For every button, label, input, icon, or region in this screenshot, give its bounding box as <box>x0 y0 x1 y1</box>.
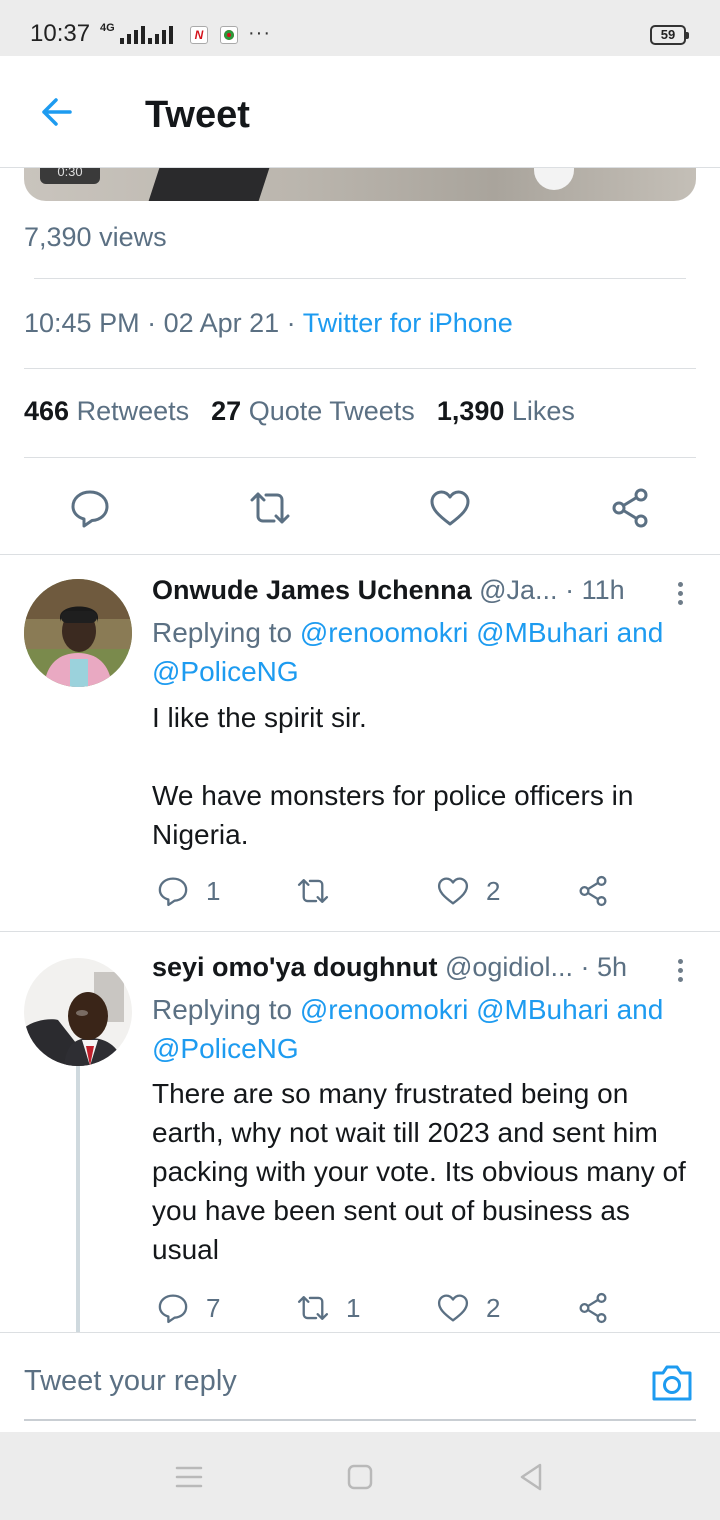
retweet-count: 1 <box>346 1292 361 1323</box>
divider <box>34 278 686 279</box>
more-options-icon[interactable] <box>672 579 688 609</box>
reply-count: 1 <box>206 875 221 906</box>
back-icon[interactable] <box>514 1460 548 1494</box>
reply-action[interactable]: 7 <box>156 1288 220 1328</box>
retweet-icon <box>297 1296 329 1320</box>
like-count: 2 <box>486 875 501 906</box>
replying-to: Replying to @renoomokri @MBuhari and @Pol… <box>152 994 664 1064</box>
battery-icon: 59 <box>650 25 689 45</box>
like-count: 2 <box>486 1292 501 1323</box>
reply-compose-bar: Tweet your reply <box>0 1332 720 1432</box>
like-heart-icon <box>437 1294 469 1322</box>
signal-icon <box>120 26 145 44</box>
tweet-stats: 466 Retweets 27 Quote Tweets 1,390 Likes <box>24 396 575 427</box>
retweet-icon <box>297 879 329 903</box>
author-name[interactable]: Onwude James Uchenna <box>152 575 472 605</box>
share-action[interactable] <box>576 871 610 911</box>
news-app-notification-icon: N <box>190 26 208 44</box>
avatar[interactable] <box>24 579 132 687</box>
retweet-action[interactable] <box>296 871 346 911</box>
share-icon[interactable] <box>608 486 652 530</box>
signal-icon-2 <box>148 26 173 44</box>
camera-icon[interactable] <box>650 1361 694 1405</box>
reply-action-bar: 7 1 2 <box>152 1288 712 1328</box>
status-bar: 10:37 4G N ··· 59 <box>0 0 720 56</box>
view-count: 7,390 views <box>24 222 167 252</box>
reply-count: 7 <box>206 1292 221 1323</box>
home-icon[interactable] <box>343 1460 377 1494</box>
reply-header: seyi omo'ya doughnut @ogidiol... · 5h <box>152 952 627 982</box>
status-time: 10:37 <box>30 20 91 47</box>
retweets-stat[interactable]: 466 Retweets <box>24 396 189 426</box>
author-name[interactable]: seyi omo'ya doughnut <box>152 952 437 982</box>
page-title: Tweet <box>145 94 250 136</box>
quote-tweets-stat[interactable]: 27 Quote Tweets <box>211 396 415 426</box>
author-handle[interactable]: @Ja... <box>479 575 557 605</box>
reply-text: I like the spirit sir. We have monsters … <box>152 702 634 850</box>
tweet-date: 02 Apr 21 <box>163 308 280 338</box>
reply-action[interactable]: 1 <box>156 871 220 911</box>
video-duration-badge: 0:30 <box>40 168 100 184</box>
retweet-action[interactable]: 1 <box>296 1288 360 1328</box>
likes-stat[interactable]: 1,390 Likes <box>437 396 575 426</box>
avatar[interactable] <box>24 958 132 1066</box>
mention-link[interactable]: @renoomokri @MBuhari <box>300 617 609 648</box>
system-nav-bar <box>0 1432 720 1520</box>
reply-time: 5h <box>596 952 627 982</box>
input-underline <box>24 1419 696 1421</box>
share-icon <box>579 1292 607 1324</box>
tweet-timestamp: 10:45 PM · 02 Apr 21 · Twitter for iPhon… <box>24 308 513 338</box>
tweet-action-bar <box>0 468 720 554</box>
reply-icon <box>158 1294 188 1324</box>
divider <box>24 457 696 458</box>
share-action[interactable] <box>576 1288 610 1328</box>
author-handle[interactable]: @ogidiol... <box>445 952 573 982</box>
video-frame-object <box>534 168 574 190</box>
reply-tweet[interactable]: Onwude James Uchenna @Ja... · 11h Replyi… <box>0 555 720 931</box>
app-notification-icon <box>220 26 238 44</box>
replying-to: Replying to @renoomokri @MBuhari and @Pol… <box>152 617 664 687</box>
divider <box>24 368 696 369</box>
tweet-source-link[interactable]: Twitter for iPhone <box>303 308 513 338</box>
reply-tweet[interactable]: seyi omo'ya doughnut @ogidiol... · 5h Re… <box>0 932 720 1332</box>
tweet-video[interactable] <box>24 168 696 201</box>
tweet-time: 10:45 PM <box>24 308 140 338</box>
app-header: Tweet <box>0 56 720 168</box>
like-action[interactable]: 2 <box>436 871 500 911</box>
share-icon <box>579 875 607 907</box>
network-type: 4G <box>100 22 115 34</box>
reply-time: 11h <box>581 575 625 605</box>
reply-action-bar: 1 2 <box>152 871 712 911</box>
like-action[interactable]: 2 <box>436 1288 500 1328</box>
menu-icon[interactable] <box>172 1460 206 1494</box>
reply-icon <box>158 877 188 907</box>
thread-line <box>76 1066 80 1332</box>
reply-text: There are so many frustrated being on ea… <box>152 1078 686 1265</box>
back-arrow-icon[interactable] <box>36 92 76 132</box>
like-heart-icon[interactable] <box>428 486 472 530</box>
video-frame-shape <box>148 168 270 201</box>
reply-header: Onwude James Uchenna @Ja... · 11h <box>152 575 625 605</box>
mention-link[interactable]: @renoomokri @MBuhari <box>300 994 609 1025</box>
mention-link[interactable]: @PoliceNG <box>152 1033 299 1064</box>
mention-link[interactable]: @PoliceNG <box>152 656 299 687</box>
more-options-icon[interactable] <box>672 956 688 986</box>
retweet-icon[interactable] <box>248 486 292 530</box>
reply-icon[interactable] <box>68 486 112 530</box>
reply-input[interactable]: Tweet your reply <box>24 1365 237 1398</box>
more-notifications-icon: ··· <box>248 22 271 44</box>
like-heart-icon <box>437 877 469 905</box>
